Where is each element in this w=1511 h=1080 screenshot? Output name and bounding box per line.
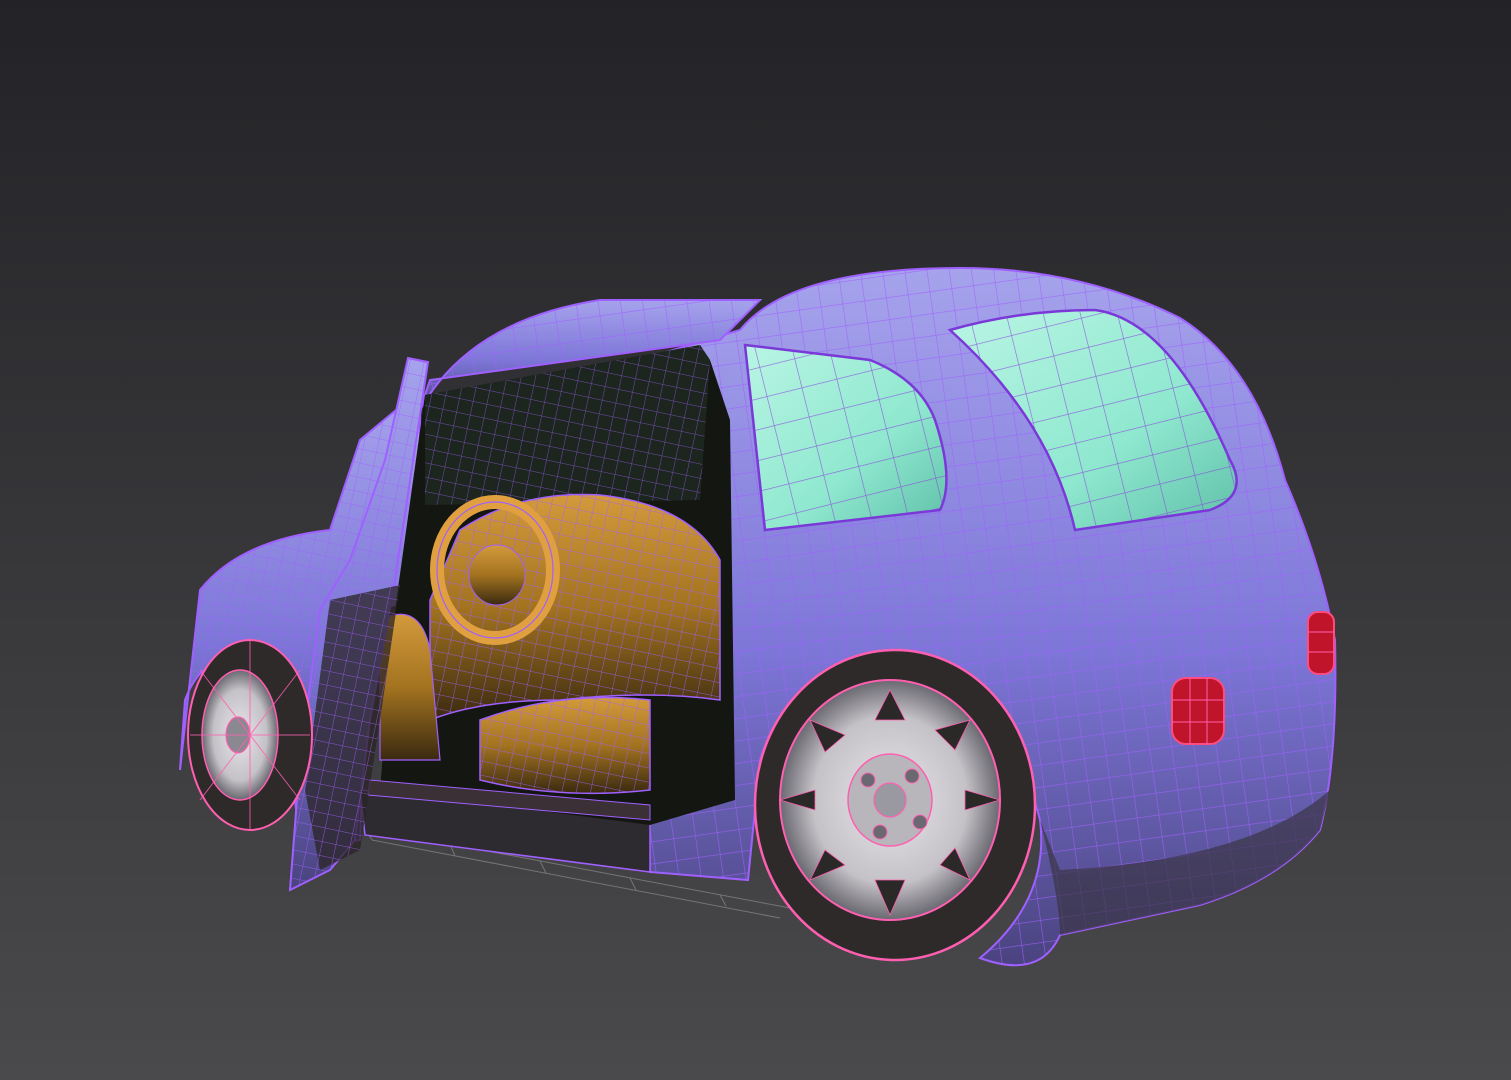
3d-viewport[interactable] [0,0,1511,1080]
tail-light-left [1171,677,1225,745]
tail-light-right [1307,611,1335,675]
front-wheel [187,639,313,831]
viewport-scene [0,0,1511,1080]
rear-wheel [753,648,1037,962]
